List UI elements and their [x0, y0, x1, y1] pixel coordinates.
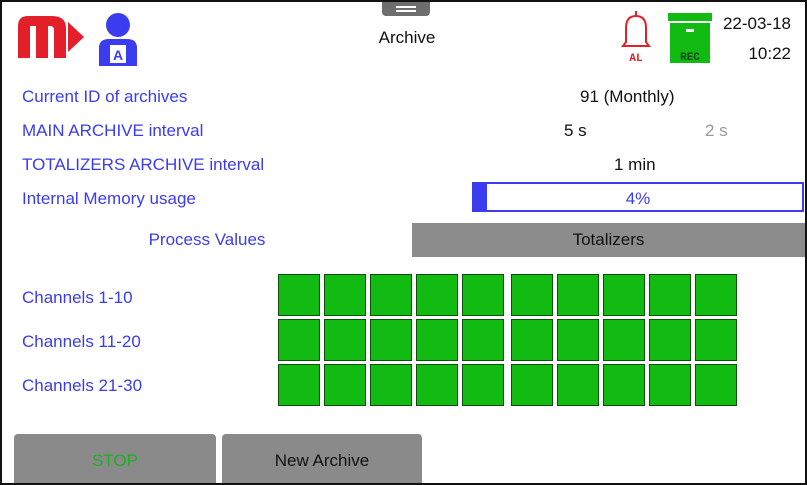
- channel-status-cell[interactable]: [324, 319, 366, 361]
- tab-totalizers[interactable]: Totalizers: [412, 223, 805, 257]
- date-display: 22-03-18: [722, 14, 791, 33]
- channel-status-cell[interactable]: [278, 364, 320, 406]
- channel-status-cell[interactable]: [278, 319, 320, 361]
- channel-status-cell[interactable]: [370, 319, 412, 361]
- bell-alarm-icon[interactable]: AL: [621, 10, 651, 64]
- memory-usage-label: Internal Memory usage: [22, 189, 196, 208]
- channel-status-cell[interactable]: [603, 319, 645, 361]
- memory-usage-bar: 4%: [472, 182, 804, 212]
- channel-status-cell[interactable]: [511, 364, 553, 406]
- channel-status-cell[interactable]: [603, 274, 645, 316]
- tab-process-values[interactable]: Process Values: [2, 223, 412, 257]
- time-display: 10:22: [748, 44, 791, 63]
- channel-status-cell[interactable]: [557, 274, 599, 316]
- screen-frame: A Archive AL REC 22-03-18 10:22 Current …: [0, 0, 807, 485]
- channel-status-cell[interactable]: [370, 364, 412, 406]
- archive-rec-icon[interactable]: REC: [668, 13, 712, 65]
- channels-11-20-label: Channels 11-20: [22, 332, 141, 351]
- stop-button[interactable]: STOP: [14, 434, 216, 483]
- rec-badge: REC: [680, 52, 700, 64]
- main-interval-value[interactable]: 5 s: [564, 121, 587, 141]
- channel-status-cell[interactable]: [324, 274, 366, 316]
- channel-status-cell[interactable]: [695, 364, 737, 406]
- channels-21-30-label: Channels 21-30: [22, 376, 143, 395]
- channel-status-cell[interactable]: [416, 319, 458, 361]
- current-id-label: Current ID of archives: [22, 87, 188, 106]
- brand-logo-icon: [18, 16, 84, 58]
- channel-status-cell[interactable]: [511, 274, 553, 316]
- channel-status-cell[interactable]: [695, 319, 737, 361]
- channel-status-cell[interactable]: [416, 364, 458, 406]
- current-id-value: 91 (Monthly): [580, 87, 675, 106]
- channel-status-cell[interactable]: [462, 274, 504, 316]
- totalizers-interval-value[interactable]: 1 min: [614, 155, 656, 175]
- channel-status-cell[interactable]: [557, 319, 599, 361]
- memory-usage-value: 4%: [625, 189, 651, 208]
- main-interval-label: MAIN ARCHIVE interval: [22, 121, 204, 140]
- main-interval-secondary[interactable]: 2 s: [705, 121, 728, 141]
- channel-status-cell[interactable]: [603, 364, 645, 406]
- channel-status-cell[interactable]: [462, 319, 504, 361]
- channel-status-cell[interactable]: [649, 274, 691, 316]
- channel-status-cell[interactable]: [649, 319, 691, 361]
- totalizers-interval-label: TOTALIZERS ARCHIVE interval: [22, 155, 265, 174]
- channel-status-cell[interactable]: [557, 364, 599, 406]
- channel-status-cell[interactable]: [278, 274, 320, 316]
- channel-status-cell[interactable]: [649, 364, 691, 406]
- channel-status-cell[interactable]: [462, 364, 504, 406]
- channel-status-cell[interactable]: [416, 274, 458, 316]
- user-badge: A: [113, 47, 123, 63]
- channel-status-cell[interactable]: [370, 274, 412, 316]
- pull-down-handle[interactable]: [382, 2, 430, 16]
- new-archive-button[interactable]: New Archive: [222, 434, 422, 483]
- channel-status-cell[interactable]: [695, 274, 737, 316]
- user-icon: A: [99, 13, 137, 66]
- alarm-badge: AL: [629, 53, 643, 64]
- page-title: Archive: [378, 28, 436, 47]
- channel-status-cell[interactable]: [324, 364, 366, 406]
- channels-1-10-label: Channels 1-10: [22, 288, 133, 307]
- channel-status-cell[interactable]: [511, 319, 553, 361]
